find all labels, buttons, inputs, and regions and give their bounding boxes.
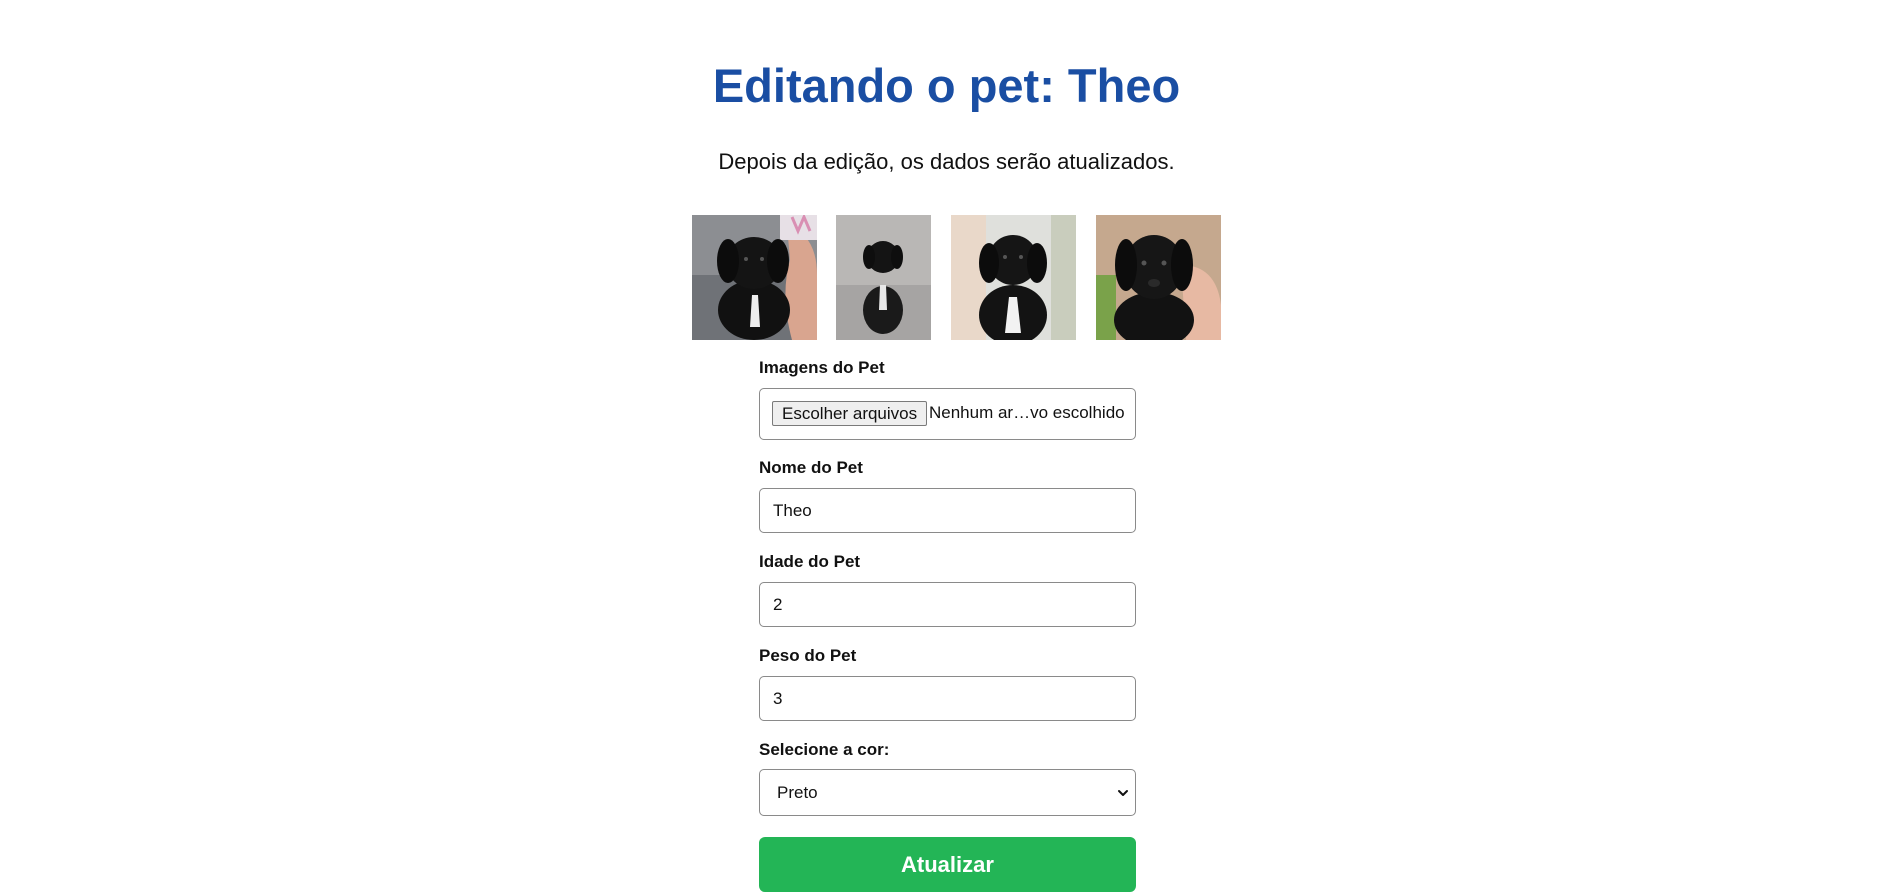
pet-image-gallery [0, 215, 1893, 340]
pet-photo [951, 215, 1076, 340]
puppy-photo-icon [836, 215, 931, 340]
edit-pet-page: Editando o pet: Theo Depois da edição, o… [0, 0, 1893, 892]
puppy-photo-icon [692, 215, 817, 340]
pet-name-input[interactable]: Theo [759, 488, 1136, 533]
puppy-photo-icon [951, 215, 1076, 340]
pet-photo [836, 215, 931, 340]
color-selected-value: Preto [777, 783, 818, 802]
file-status-text: Nenhum ar…vo escolhido [929, 403, 1125, 422]
images-label: Imagens do Pet [759, 358, 885, 377]
page-subtitle: Depois da edição, os dados serão atualiz… [718, 149, 1175, 174]
pet-age-input[interactable]: 2 [759, 582, 1136, 627]
chevron-down-icon [1118, 790, 1128, 796]
age-label: Idade do Pet [759, 552, 861, 571]
weight-label: Peso do Pet [759, 646, 857, 665]
choose-files-button[interactable]: Escolher arquivos [772, 401, 928, 426]
pet-photo [692, 215, 817, 340]
color-select[interactable]: Preto [759, 769, 1136, 816]
pet-age-value: 2 [773, 595, 783, 614]
pet-name-value: Theo [773, 501, 812, 520]
name-label: Nome do Pet [759, 458, 863, 477]
update-button[interactable]: Atualizar [759, 837, 1136, 892]
color-label: Selecione a cor: [759, 740, 890, 759]
pet-weight-value: 3 [773, 689, 783, 708]
pet-photo [1096, 215, 1221, 340]
page-title: Editando o pet: Theo [712, 59, 1181, 112]
puppy-photo-icon [1096, 215, 1221, 340]
file-input[interactable]: Escolher arquivos Nenhum ar…vo escolhido [759, 388, 1136, 440]
pet-weight-input[interactable]: 3 [759, 676, 1136, 721]
